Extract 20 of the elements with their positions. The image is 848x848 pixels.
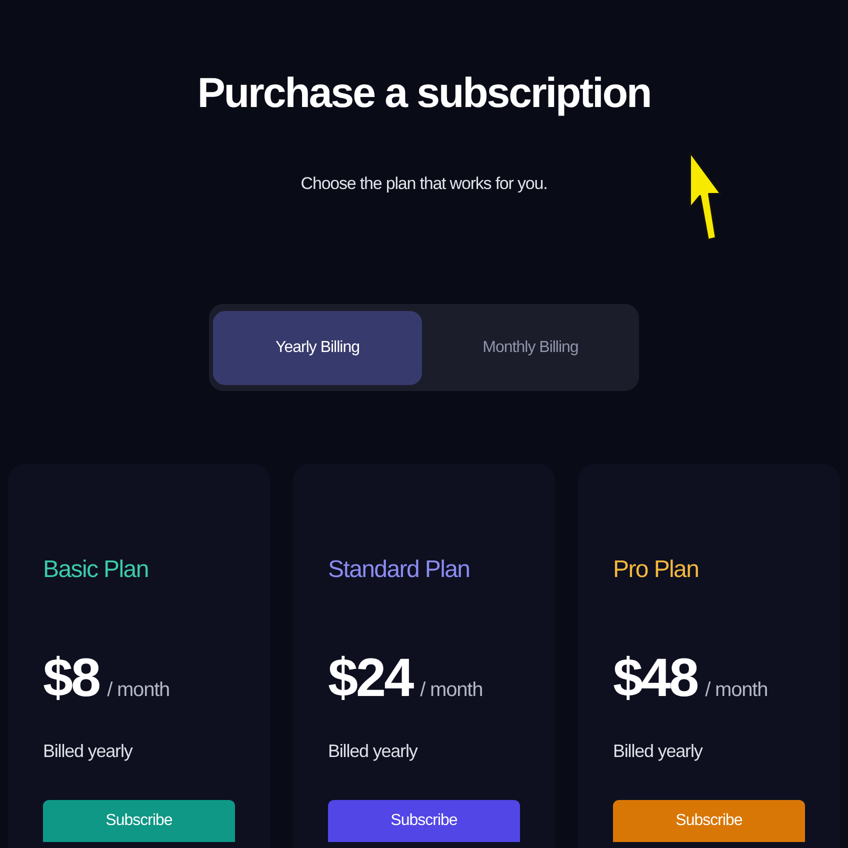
price-period: / month	[107, 678, 170, 703]
subscribe-button[interactable]: Subscribe	[328, 800, 520, 842]
plan-name: Pro Plan	[613, 555, 700, 585]
page-subtitle: Choose the plan that works for you.	[300, 173, 548, 195]
price-period: / month	[420, 678, 483, 703]
plan-name: Standard Plan	[328, 555, 471, 585]
subscribe-button[interactable]: Subscribe	[613, 800, 805, 842]
billing-note: Billed yearly	[328, 740, 419, 763]
billing-tab[interactable]: Monthly Billing	[426, 310, 635, 384]
plan-price: $8	[43, 647, 100, 709]
billing-tab[interactable]: Yearly Billing	[213, 310, 422, 384]
plan-price: $48	[613, 647, 698, 709]
cursor-icon	[688, 150, 722, 242]
page-title: Purchase a subscription	[197, 68, 651, 118]
billing-note: Billed yearly	[43, 740, 134, 763]
subscribe-button[interactable]: Subscribe	[43, 800, 235, 842]
price-period: / month	[705, 678, 768, 703]
plan-price: $24	[328, 647, 412, 709]
plan-name: Basic Plan	[43, 555, 150, 585]
billing-note: Billed yearly	[613, 740, 704, 763]
